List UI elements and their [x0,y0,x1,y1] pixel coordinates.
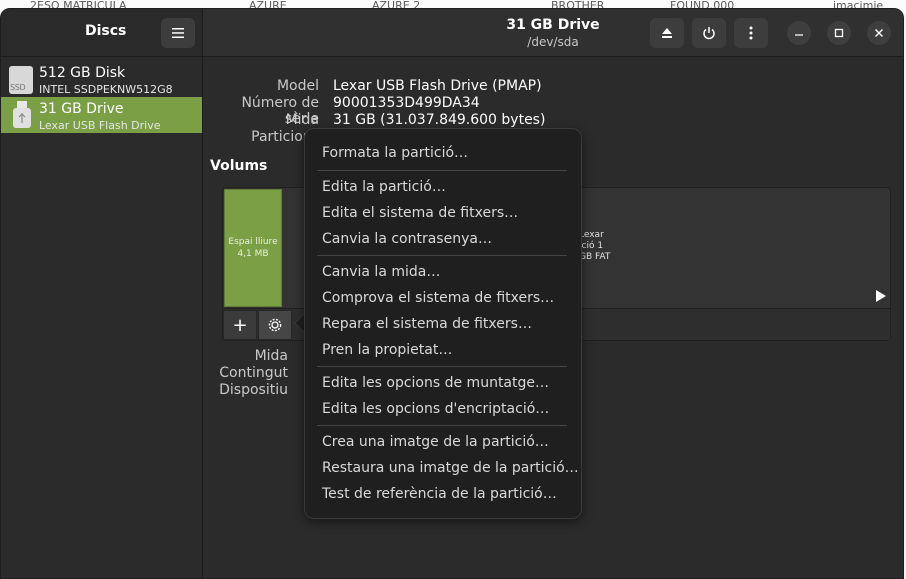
menu-item-edit-encryption-options[interactable]: Edita les opcions d'encriptació… [322,401,549,417]
usb-drive-icon [13,101,31,128]
sidebar-title: Discs [85,23,127,39]
menu-item-repair-filesystem[interactable]: Repara el sistema de fitxers… [322,316,532,332]
minimize-button[interactable] [787,21,811,45]
free-space-size: 4,1 MB [237,249,269,259]
eject-button[interactable] [650,18,684,48]
volume-device-label: Dispositiu [219,382,288,398]
disk-item-name: 512 GB Disk [39,65,126,81]
drive-options-button[interactable] [734,18,768,48]
disk-item-model: Lexar USB Flash Drive [39,119,161,132]
free-space-label: Espai lliure [228,237,278,247]
partition-settings-button[interactable] [258,310,292,340]
menu-item-edit-filesystem[interactable]: Edita el sistema de fitxers… [322,205,518,221]
menu-separator [317,366,567,367]
app-menu-button[interactable] [161,18,195,48]
plus-icon: + [232,314,248,336]
volumes-title: Volums [210,158,268,174]
play-icon[interactable] [876,290,886,302]
menu-item-create-image[interactable]: Crea una imatge de la partició… [322,434,549,450]
partition-context-menu: Formata la partició… Edita la partició… … [304,128,582,519]
disk-item-model: INTEL SSDPEKNW512G8 [39,83,173,96]
sidebar-headerbar: Discs [1,9,203,57]
menu-item-change-passphrase[interactable]: Canvia la contrasenya… [322,231,492,247]
menu-item-take-ownership[interactable]: Pren la propietat… [322,342,452,358]
size-label: Mida [285,112,319,128]
ssd-icon: SSD [9,66,33,94]
maximize-button[interactable] [827,21,851,45]
menu-separator [317,255,567,256]
add-partition-button[interactable]: + [223,310,257,340]
volume-size-label: Mida [254,348,288,364]
free-space-block[interactable]: Espai lliure 4,1 MB [224,189,282,307]
menu-item-edit-mount-options[interactable]: Edita les opcions de muntatge… [322,375,549,391]
menu-item-format-partition[interactable]: Formata la partició… [322,145,468,161]
minimize-icon [795,34,803,36]
close-button[interactable] [867,21,891,45]
main-headerbar: 31 GB Drive /dev/sda [203,9,903,57]
menu-item-benchmark[interactable]: Test de referència de la partició… [322,486,557,502]
hamburger-icon [172,28,184,38]
power-off-button[interactable] [692,18,726,48]
menu-separator [317,425,567,426]
power-icon [703,27,715,40]
disk-list: SSD 512 GB Disk INTEL SSDPEKNW512G8 31 G… [1,57,203,578]
partition-label: Lexar [579,230,604,240]
model-label: Model [276,78,319,94]
partition-fs: GB FAT [579,252,611,262]
maximize-icon [834,28,844,38]
vertical-dots-icon [749,26,753,40]
menu-item-resize[interactable]: Canvia la mida… [322,264,440,280]
gear-icon [268,318,282,332]
partition-name: ició 1 [579,241,604,251]
disk-item-name: 31 GB Drive [39,101,124,117]
menu-separator [317,170,567,171]
menu-item-edit-partition[interactable]: Edita la partició… [322,179,446,195]
partition-block[interactable]: Lexar ició 1 GB FAT [579,230,610,263]
disks-window: Discs 31 GB Drive /dev/sda SSD 512 GB Di… [0,8,904,579]
disk-item-512gb[interactable]: SSD 512 GB Disk INTEL SSDPEKNW512G8 [1,61,202,97]
menu-item-check-filesystem[interactable]: Comprova el sistema de fitxers… [322,290,554,306]
menu-item-restore-image[interactable]: Restaura una imatge de la partició… [322,460,579,476]
size-value: 31 GB (31.037.849.600 bytes) [333,112,546,128]
serial-value: 90001353D499DA34 [333,95,480,111]
disk-item-31gb[interactable]: 31 GB Drive Lexar USB Flash Drive [1,97,202,133]
volume-contents-label: Contingut [219,365,288,381]
close-icon [875,29,883,37]
eject-icon [662,28,672,38]
model-value: Lexar USB Flash Drive (PMAP) [333,78,542,94]
